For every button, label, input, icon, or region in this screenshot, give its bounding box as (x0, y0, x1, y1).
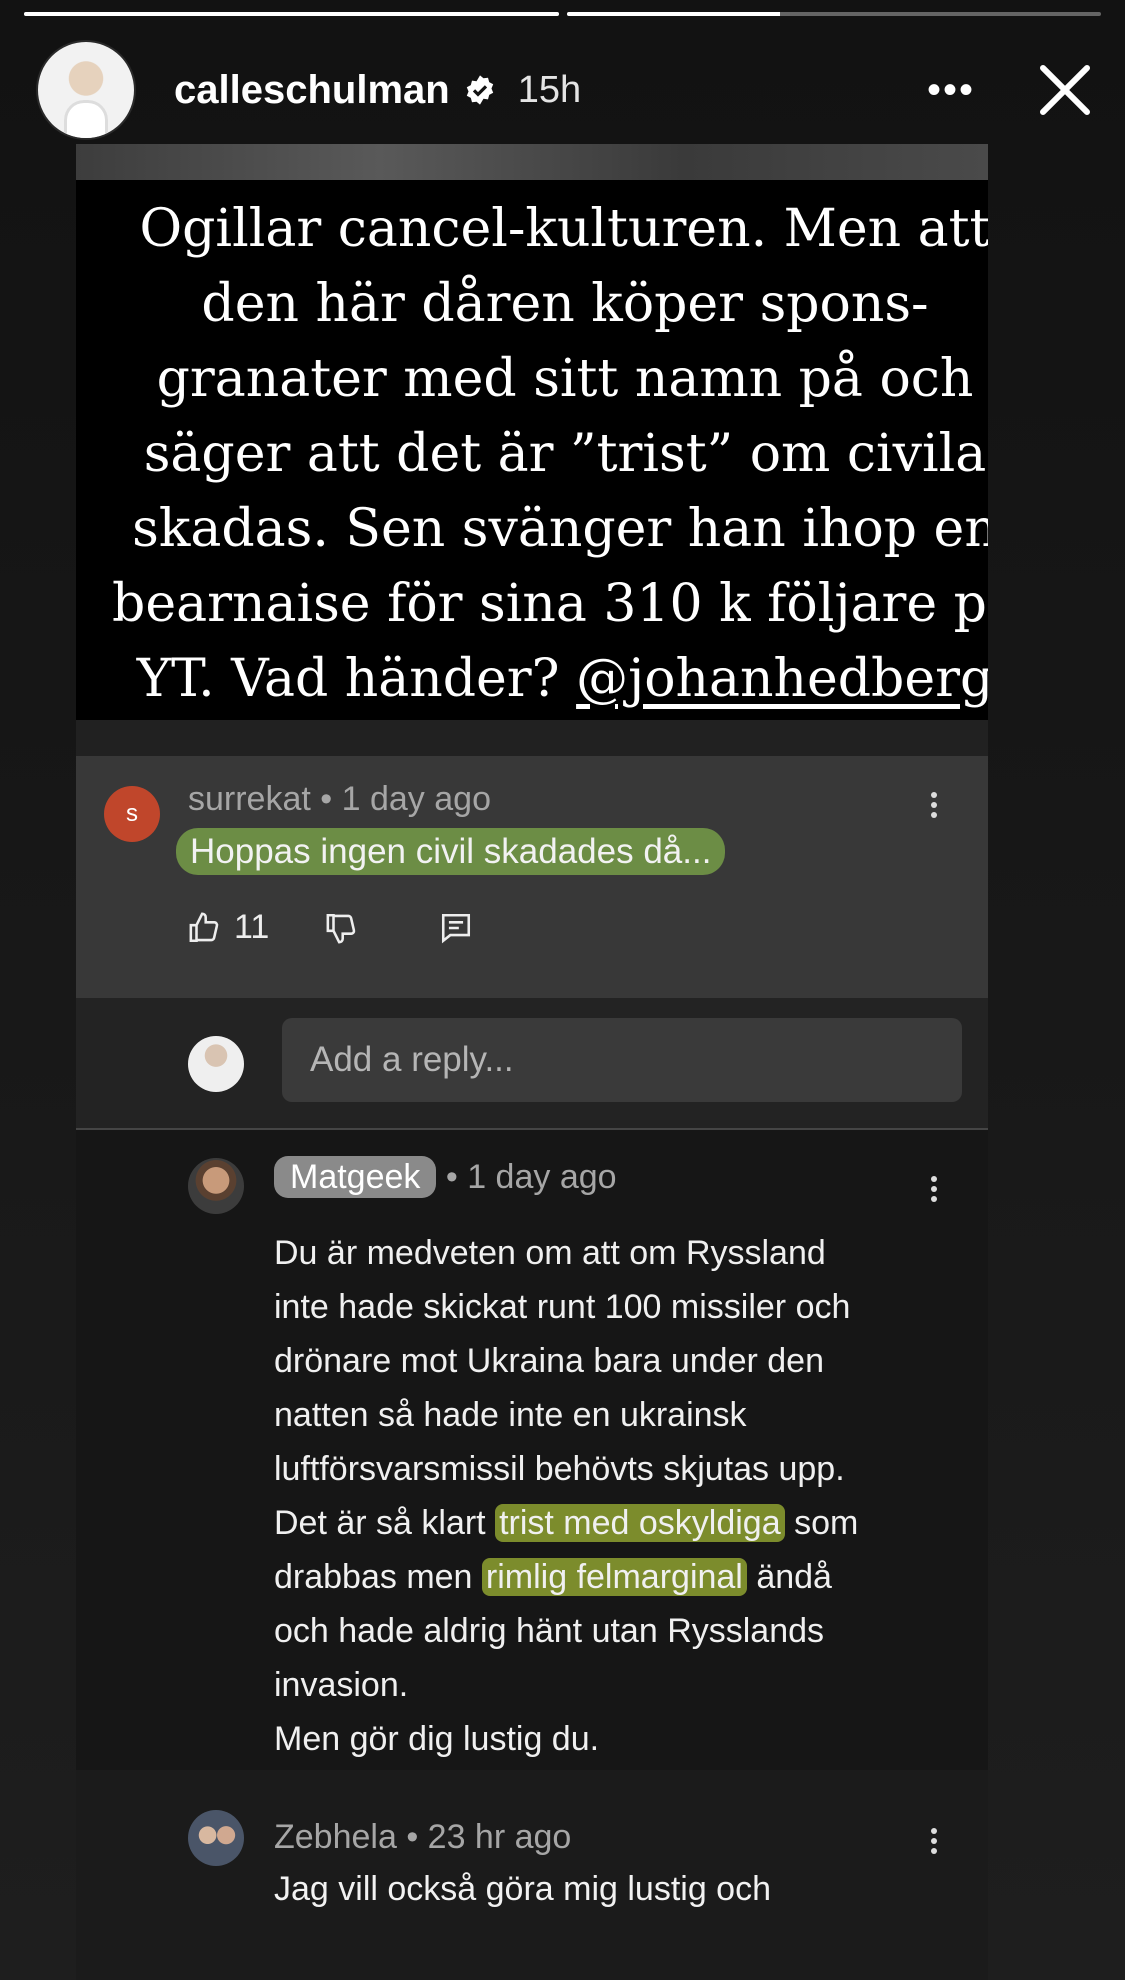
text-segment: som (784, 1504, 859, 1542)
thumbs-up-icon[interactable] (188, 911, 222, 945)
comment-line: drönare mot Ukraina bara under den (274, 1342, 824, 1380)
comment-text: Du är medveten om att om Ryssland inte h… (274, 1226, 974, 1766)
highlighted-text: Hoppas ingen civil skadades då... (176, 828, 726, 875)
comment-actions: 11 (188, 908, 473, 947)
story-caption: Ogillar cancel-kulturen. Men att den här… (76, 186, 988, 722)
more-dots-icon[interactable]: ••• (927, 68, 975, 113)
comment-line: drabbas men rimlig felmarginal ändå (274, 1550, 974, 1604)
comment-line: natten så hade inte en ukrainsk (274, 1396, 747, 1434)
comment-author[interactable]: Matgeek (274, 1156, 437, 1198)
username[interactable]: calleschulman (174, 68, 450, 113)
comment-line: luftförsvarsmissil behövts skjutas upp. (274, 1450, 845, 1488)
comment-menu-icon[interactable] (931, 1824, 941, 1858)
comment-time: 1 day ago (467, 1158, 617, 1196)
meta-separator: • (396, 1818, 428, 1856)
caption-text: Ogillar cancel-kulturen. Men att den här… (112, 198, 988, 709)
comment-meta: Zebhela • 23 hr ago (274, 1818, 571, 1857)
post-time: 15h (517, 68, 582, 111)
comment-zebhela: Zebhela • 23 hr ago Jag vill också göra … (76, 1770, 988, 1980)
comment-menu-icon[interactable] (931, 788, 941, 822)
comment-line: Men gör dig lustig du. (274, 1720, 600, 1758)
photo-strip (76, 144, 988, 184)
comment-menu-icon[interactable] (931, 1172, 941, 1206)
mention-link[interactable]: @johanhedberg (576, 649, 988, 709)
commenter-avatar[interactable]: s (104, 786, 160, 842)
reply-row: Add a reply... (76, 998, 988, 1130)
close-x-icon[interactable] (1035, 60, 1095, 120)
comment-author[interactable]: Zebhela (274, 1818, 397, 1856)
profile-avatar[interactable] (36, 40, 136, 140)
reply-input[interactable]: Add a reply... (282, 1018, 962, 1102)
commenter-avatar[interactable] (188, 1810, 244, 1866)
comment-meta: Matgeek • 1 day ago (274, 1156, 617, 1198)
text-segment: Det är så klart (274, 1504, 496, 1542)
highlighted-text: rimlig felmarginal (481, 1558, 747, 1596)
comment-time: 23 hr ago (427, 1818, 572, 1856)
story-content: Ogillar cancel-kulturen. Men att den här… (76, 144, 988, 1980)
comment-matgeek: Matgeek • 1 day ago Du är medveten om at… (76, 1130, 988, 1808)
comment-line: Det är så klart trist med oskyldiga som (274, 1496, 974, 1550)
comment-line: och hade aldrig hänt utan Rysslands (274, 1612, 825, 1650)
comment-line: Du är medveten om att om Ryssland (274, 1234, 826, 1272)
progress-segment-2 (566, 12, 1101, 16)
text-segment: drabbas men (274, 1558, 482, 1596)
meta-separator: • (310, 780, 342, 818)
verified-badge-icon (466, 75, 493, 105)
comment-author[interactable]: surrekat (188, 780, 311, 818)
reply-icon[interactable] (439, 911, 473, 945)
comment-text: Jag vill också göra mig lustig och (274, 1870, 772, 1908)
comment-line: invasion. (274, 1666, 409, 1704)
comment-meta: surrekat • 1 day ago (188, 780, 491, 819)
story-progress (24, 12, 1101, 16)
like-count: 11 (234, 908, 270, 946)
story-header: calleschulman 15h ••• (36, 40, 1095, 140)
comment-text: Hoppas ingen civil skadades då... (176, 828, 726, 875)
comment-line: inte hade skickat runt 100 missiler och (274, 1288, 851, 1326)
thumbs-down-icon[interactable] (325, 911, 359, 945)
comment-surrekat: s surrekat • 1 day ago Hoppas ingen civi… (76, 756, 988, 998)
comment-time: 1 day ago (341, 780, 491, 818)
text-segment: ändå (746, 1558, 832, 1596)
commenter-avatar[interactable] (188, 1158, 244, 1214)
meta-separator: • (436, 1158, 468, 1196)
progress-segment-1 (24, 12, 559, 16)
highlighted-text: trist med oskyldiga (495, 1504, 785, 1542)
my-avatar (188, 1036, 244, 1092)
